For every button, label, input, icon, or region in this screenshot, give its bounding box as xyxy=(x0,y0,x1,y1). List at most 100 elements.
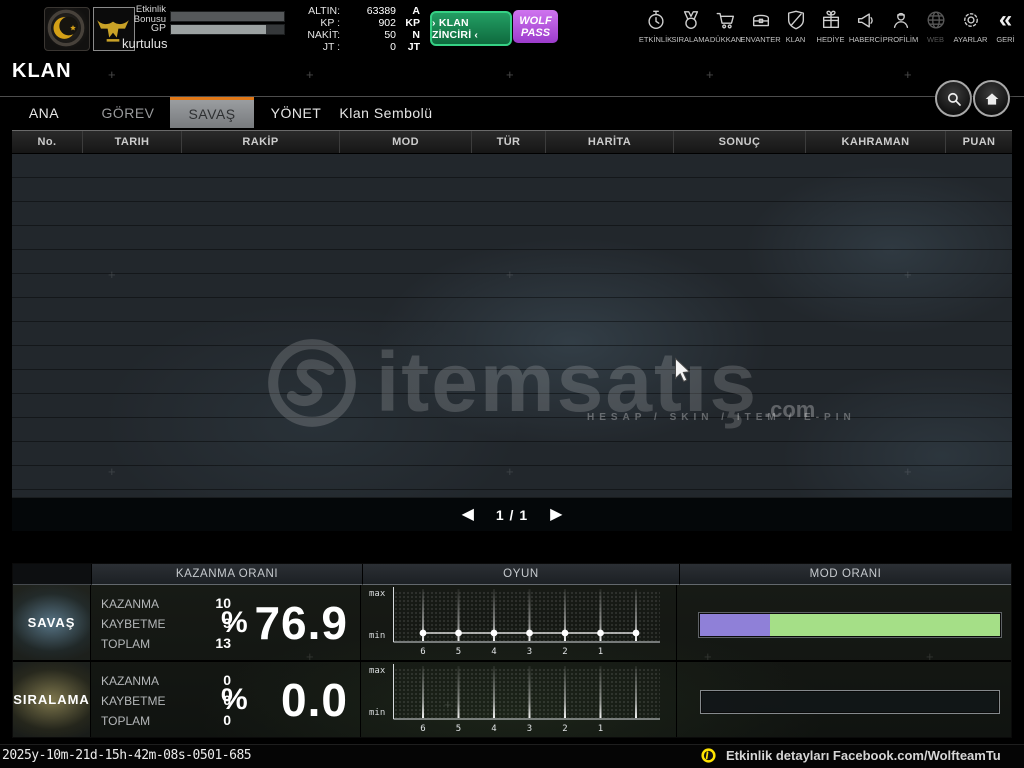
header-mod-orani: MOD ORANI xyxy=(680,564,1011,585)
shield-icon xyxy=(784,8,808,32)
currency-altin: ALTIN: 63389 A xyxy=(308,5,420,17)
next-page-button[interactable]: ▶ xyxy=(550,506,562,523)
game-screen: Etkinlik Bonusu GP kurtulus ALTIN: 63389… xyxy=(0,0,1024,768)
axis-min-label: min xyxy=(369,631,386,641)
watermark-tagline: HESAP / SKIN / ITEM / E-PIN xyxy=(587,412,856,423)
win-percent: 76.9 xyxy=(254,596,348,649)
col-tur[interactable]: TÜR xyxy=(472,131,546,153)
table-body-empty: itemsatış HESAP / SKIN / ITEM / E-PIN .c… xyxy=(12,154,1012,497)
stat-label: KAZANMA xyxy=(101,597,160,611)
home-button[interactable] xyxy=(973,80,1010,117)
person-icon xyxy=(889,8,913,32)
menu-item-web[interactable]: WEB xyxy=(918,6,953,44)
watermark: itemsatış xyxy=(12,334,1012,431)
axis-max-label: max xyxy=(369,589,386,599)
globe-icon xyxy=(924,8,948,32)
win-percent: 0.0 xyxy=(281,673,348,726)
svg-text:3: 3 xyxy=(527,724,532,734)
currency-nakit: NAKİT: 50 N xyxy=(307,29,420,41)
stats-row-savas: SAVAŞ KAZANMA 10 KAYBETME 3 TOPLAM 13 % … xyxy=(13,585,1011,662)
tab-bar: ANA GÖREV SAVAŞ YÖNET Klan Sembolü xyxy=(2,97,434,128)
mod-ratio-bar-empty xyxy=(700,690,1000,714)
clan-stats-panel: KAZANMA ORANI OYUN MOD ORANI SAVAŞ KAZAN… xyxy=(12,563,1012,738)
watermark-logo-icon xyxy=(266,337,358,429)
klan-zinciri-label: › KLAN ZİNCİRİ ‹ xyxy=(432,16,479,41)
news-text: Etkinlik detayları Facebook.com/Wolfteam… xyxy=(726,748,1001,763)
row-label-savas: SAVAŞ xyxy=(13,585,91,660)
plus-decoration: + xyxy=(306,649,314,664)
plus-decoration: + xyxy=(506,67,514,82)
page-title: KLAN xyxy=(12,60,72,82)
col-puan[interactable]: PUAN xyxy=(946,131,1012,153)
menu-item-siralama[interactable]: SIRALAMA xyxy=(672,6,709,44)
tab-yonet[interactable]: YÖNET xyxy=(254,97,338,128)
percent-sign: % xyxy=(221,682,248,716)
col-tarih[interactable]: TARIH xyxy=(83,131,182,153)
menu-item-haberci[interactable]: HABERCİ xyxy=(848,6,883,44)
currency-kp: KP : 902 KP xyxy=(320,17,420,29)
row-separators xyxy=(12,154,1012,497)
gp-label: GP xyxy=(150,22,166,34)
menu-item-envanter[interactable]: ENVANTER xyxy=(740,6,781,44)
news-ticker: Etkinlik detayları Facebook.com/Wolfteam… xyxy=(700,747,1024,764)
svg-text:3: 3 xyxy=(527,647,532,657)
stats-row-siralama: SIRALAMA KAZANMA 0 KAYBETME 0 TOPLAM 0 %… xyxy=(13,662,1011,737)
prev-page-button[interactable]: ◀ xyxy=(462,506,474,523)
col-rakip[interactable]: RAKİP xyxy=(182,131,340,153)
stat-label: KAYBETME xyxy=(101,694,166,708)
plus-decoration: + xyxy=(904,67,912,82)
plus-decoration: + xyxy=(904,267,912,282)
svg-text:6: 6 xyxy=(420,647,425,657)
gear-icon xyxy=(959,8,983,32)
plus-decoration: + xyxy=(926,649,934,664)
col-no[interactable]: No. xyxy=(12,131,83,153)
svg-text:6: 6 xyxy=(420,724,425,734)
siralama-mod-ratio xyxy=(677,662,1011,737)
stat-label: KAYBETME xyxy=(101,617,166,631)
medal-icon xyxy=(679,8,703,32)
percent-sign: % xyxy=(221,605,248,639)
search-button[interactable] xyxy=(935,80,972,117)
tab-klan-sembolu[interactable]: Klan Sembolü xyxy=(338,97,434,128)
svg-text:1: 1 xyxy=(598,724,603,734)
clan-emblem-icon xyxy=(44,7,90,51)
plus-decoration: + xyxy=(108,67,116,82)
menu-item-profilim[interactable]: PROFİLİM xyxy=(883,6,918,44)
bonus-progress-bar xyxy=(170,11,285,22)
menu-item-klan[interactable]: KLAN xyxy=(778,6,813,44)
plus-decoration: + xyxy=(506,267,514,282)
col-sonuc[interactable]: SONUÇ xyxy=(674,131,806,153)
tab-gorev[interactable]: GÖREV xyxy=(86,97,170,128)
gift-icon xyxy=(819,8,843,32)
mouse-cursor xyxy=(674,357,693,384)
menu-item-dukkan[interactable]: DÜKKAN xyxy=(708,6,743,44)
plus-decoration: + xyxy=(108,267,116,282)
shopping-cart-icon xyxy=(714,8,738,32)
stopwatch-icon xyxy=(644,8,668,32)
menu-item-geri[interactable]: « GERİ xyxy=(988,6,1023,45)
col-mod[interactable]: MOD xyxy=(340,131,472,153)
axis-max-label: max xyxy=(369,666,386,676)
megaphone-icon xyxy=(854,8,878,32)
chest-icon xyxy=(749,8,773,32)
plus-decoration: + xyxy=(506,464,514,479)
timestamp: 2025y-10m-21d-15h-42m-08s-0501-685 xyxy=(2,748,252,763)
col-harita[interactable]: HARİTA xyxy=(546,131,674,153)
menu-item-ayarlar[interactable]: AYARLAR xyxy=(953,6,988,44)
col-kahraman[interactable]: KAHRAMAN xyxy=(806,131,946,153)
player-name: kurtulus xyxy=(122,36,168,51)
tab-savas[interactable]: SAVAŞ xyxy=(170,97,254,128)
plus-decoration: + xyxy=(704,649,712,664)
line-chart-siralama: 6 5 4 3 2 1 xyxy=(393,664,660,734)
plus-decoration: + xyxy=(444,697,452,712)
savas-win-stats: KAZANMA 10 KAYBETME 3 TOPLAM 13 % 76.9 xyxy=(91,585,361,660)
line-chart-savas: 6 5 4 3 2 1 xyxy=(393,587,660,657)
gp-progress-bar xyxy=(170,24,285,35)
table-header-row: No. TARIH RAKİP MOD TÜR HARİTA SONUÇ KAH… xyxy=(12,130,1012,154)
klan-zinciri-button[interactable]: › KLAN ZİNCİRİ ‹ xyxy=(430,11,512,46)
wolf-pass-button[interactable]: WOLF PASS xyxy=(513,10,558,43)
tab-ana[interactable]: ANA xyxy=(2,97,86,128)
menu-item-etkinlik[interactable]: ETKİNLİK xyxy=(638,6,673,44)
plus-decoration: + xyxy=(108,464,116,479)
menu-item-hediye[interactable]: HEDİYE xyxy=(813,6,848,44)
